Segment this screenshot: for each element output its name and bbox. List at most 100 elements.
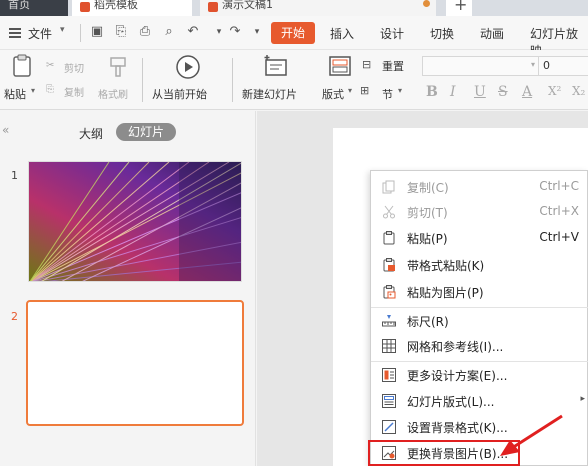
- format-painter-label[interactable]: 格式刷: [98, 86, 128, 101]
- layout-dropdown-icon[interactable]: ▾: [348, 86, 352, 95]
- italic-button[interactable]: I: [450, 84, 456, 100]
- slide-number: 1: [11, 169, 18, 182]
- copy-icon[interactable]: ⎘: [46, 84, 54, 95]
- underline-button[interactable]: U: [474, 84, 486, 100]
- template-icon: [80, 2, 90, 12]
- tab-document-label: 演示文稿1: [222, 0, 273, 11]
- menu-item-label: 粘贴为图片(P): [407, 286, 484, 300]
- tab-document[interactable]: 演示文稿1: [200, 0, 436, 16]
- menu-item-shortcut: Ctrl+C: [539, 179, 579, 193]
- ruler-icon: [382, 315, 396, 327]
- chevron-down-icon[interactable]: ▾: [60, 25, 65, 35]
- undo-dropdown-icon[interactable]: ▾: [212, 25, 226, 39]
- export-icon[interactable]: ⎘: [114, 25, 128, 39]
- menu-item-label: 幻灯片版式(L)...: [407, 395, 495, 409]
- menu-item-cut[interactable]: 剪切(T) Ctrl+X: [371, 200, 588, 224]
- layout-icon: [329, 56, 351, 76]
- play-from-current-label[interactable]: 从当前开始: [152, 86, 207, 102]
- tab-template[interactable]: 稻壳模板: [72, 0, 192, 16]
- reset-label[interactable]: 重置: [382, 58, 404, 74]
- font-size-input[interactable]: 0: [538, 56, 588, 76]
- paste-label[interactable]: 粘贴: [4, 86, 26, 102]
- cut-icon[interactable]: ✂: [46, 60, 54, 71]
- copy-label[interactable]: 复制: [64, 84, 84, 99]
- menu-item-paste-formatted[interactable]: 带格式粘贴(K): [371, 253, 588, 277]
- tab-transition[interactable]: 切换: [430, 25, 454, 42]
- menu-item-ruler[interactable]: 标尺(R): [371, 309, 588, 333]
- submenu-arrow-icon: ▸: [580, 394, 585, 404]
- copy-icon: [382, 180, 395, 194]
- redo-icon[interactable]: ↷: [228, 25, 242, 39]
- layout-icon: [382, 394, 396, 408]
- menu-item-more-designs[interactable]: 更多设计方案(E)...: [371, 363, 588, 387]
- menu-separator: [371, 307, 588, 308]
- paste-image-icon: [383, 285, 396, 299]
- tab-template-label: 稻壳模板: [94, 0, 138, 11]
- new-slide-button[interactable]: [262, 54, 290, 81]
- font-name-input[interactable]: ▾: [422, 56, 540, 76]
- font-size-value: 0: [543, 59, 550, 72]
- tab-slides[interactable]: 幻灯片: [116, 123, 176, 141]
- menu-item-label: 更多设计方案(E)...: [407, 369, 508, 383]
- menu-item-paste-as-image[interactable]: 粘贴为图片(P): [371, 280, 588, 304]
- presentation-icon: [208, 2, 218, 12]
- paste-formatted-icon: [383, 258, 395, 272]
- tab-animation[interactable]: 动画: [480, 25, 504, 42]
- document-tab-strip: 首页 稻壳模板 演示文稿1 +: [0, 0, 588, 16]
- menu-item-grid[interactable]: 网格和参考线(I)...: [371, 334, 588, 358]
- font-color-button[interactable]: A: [522, 84, 532, 100]
- bold-button[interactable]: B: [426, 84, 438, 100]
- cut-label[interactable]: 剪切: [64, 60, 84, 75]
- strikethrough-button[interactable]: S: [498, 84, 508, 100]
- superscript-button[interactable]: X²: [548, 84, 561, 98]
- menu-item-shortcut: Ctrl+X: [539, 204, 579, 218]
- tab-outline[interactable]: 大纲: [79, 125, 103, 142]
- undo-icon[interactable]: ↶: [186, 25, 200, 39]
- menu-item-label: 剪切(T): [407, 206, 448, 220]
- play-icon: [176, 55, 200, 79]
- customize-dropdown-icon[interactable]: ▾: [250, 25, 264, 39]
- tab-home-label: 首页: [8, 0, 30, 11]
- slide-number: 2: [11, 310, 18, 323]
- menu-item-paste[interactable]: 粘贴(P) Ctrl+V: [371, 226, 588, 250]
- new-slide-label[interactable]: 新建幻灯片: [242, 86, 297, 102]
- layout-button[interactable]: [326, 54, 354, 81]
- paste-button[interactable]: [4, 54, 40, 81]
- menu-item-label: 带格式粘贴(K): [407, 259, 485, 273]
- tab-design[interactable]: 设计: [380, 25, 404, 42]
- scissors-icon: [383, 205, 395, 219]
- menu-item-copy[interactable]: 复制(C) Ctrl+C: [371, 175, 588, 199]
- slide-thumbnail-1[interactable]: [28, 161, 242, 282]
- save-icon[interactable]: ▣: [90, 25, 104, 39]
- slide-background-image: [29, 162, 241, 281]
- menu-item-shortcut: Ctrl+V: [539, 230, 579, 244]
- menu-file[interactable]: 文件: [28, 25, 52, 42]
- menu-separator: [371, 361, 588, 362]
- subscript-button[interactable]: X₂: [572, 84, 585, 98]
- menu-bar: 文件 ▾ ▣ ⎘ ⎙ ⌕ ↶ ▾ ↷ ▾ 开始 插入 设计 切换 动画 幻灯片放…: [0, 16, 588, 58]
- section-icon[interactable]: ⊞: [360, 84, 369, 97]
- new-tab-button[interactable]: +: [446, 0, 472, 16]
- slide-panel: « 大纲 幻灯片 1 2: [0, 111, 256, 466]
- section-label[interactable]: 节: [382, 86, 393, 102]
- paste-icon: [13, 54, 31, 77]
- paste-dropdown-icon[interactable]: ▾: [31, 86, 35, 95]
- print-icon[interactable]: ⎙: [138, 25, 152, 39]
- design-icon: [382, 368, 396, 382]
- brush-icon: [110, 57, 126, 77]
- tab-start[interactable]: 开始: [271, 22, 315, 44]
- background-format-icon: [382, 420, 396, 434]
- divider: [232, 58, 233, 102]
- print-preview-icon[interactable]: ⌕: [162, 25, 176, 39]
- reset-icon[interactable]: ⊟: [362, 58, 371, 71]
- format-painter-button[interactable]: [100, 56, 136, 81]
- layout-label[interactable]: 版式: [322, 86, 344, 102]
- play-from-current-button[interactable]: [174, 54, 202, 83]
- tab-insert[interactable]: 插入: [330, 25, 354, 42]
- tab-home[interactable]: 首页: [0, 0, 68, 16]
- collapse-panel-icon[interactable]: «: [2, 123, 9, 137]
- hamburger-icon[interactable]: [9, 28, 21, 38]
- slide-thumbnail-2[interactable]: [26, 300, 244, 426]
- section-dropdown-icon[interactable]: ▾: [398, 86, 402, 95]
- chevron-down-icon[interactable]: ▾: [531, 60, 535, 69]
